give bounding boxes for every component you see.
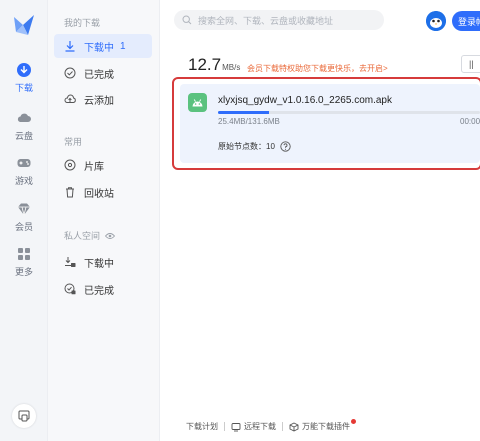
avatar[interactable]	[426, 11, 446, 31]
notification-dot	[351, 419, 356, 424]
rail-item-more[interactable]: 更多	[0, 246, 48, 278]
pause-all-button[interactable]: ||	[461, 55, 480, 73]
sidebar-item-completed[interactable]: 已完成	[54, 61, 152, 85]
sidebar-item-cloud-add[interactable]: 云添加	[54, 87, 152, 111]
remote-download-link[interactable]: 远程下载	[244, 421, 276, 432]
search-icon	[182, 15, 192, 25]
download-speed: 12.7MB/s	[188, 55, 240, 75]
sidebar-item-label: 片库	[84, 161, 104, 173]
search-input[interactable]: 搜索全网、下载、云盘或收藏地址	[174, 10, 384, 30]
section-title-private: 私人空间	[64, 229, 116, 242]
window-icon	[18, 410, 30, 422]
search-placeholder: 搜索全网、下载、云盘或收藏地址	[198, 15, 334, 26]
speed-unit: MB/s	[222, 63, 241, 72]
film-icon	[64, 159, 76, 171]
sidebar-item-downloading[interactable]: 下载中 1	[54, 34, 152, 58]
rail-item-label: 云盘	[14, 131, 33, 141]
check-circle-icon	[64, 67, 76, 79]
section-title-common: 常用	[64, 137, 83, 147]
divider	[224, 422, 225, 431]
divider	[282, 422, 283, 431]
count-badge: 1	[120, 40, 126, 52]
speed-value: 12.7	[188, 55, 222, 74]
download-icon	[64, 40, 76, 52]
sidebar-item-private-completed[interactable]: 已完成	[54, 277, 152, 301]
vip-promo-link[interactable]: 会员下载特权助您下载更快乐，去开启>	[247, 63, 388, 74]
footer-bar: 下载计划 远程下载 万能下载插件	[186, 419, 356, 432]
remote-download-icon	[231, 422, 241, 431]
sidebar-item-label: 已完成	[84, 69, 114, 81]
universal-plugin-link[interactable]: 万能下载插件	[302, 421, 350, 432]
bird-mascot-icon	[426, 11, 446, 31]
diamond-icon	[18, 203, 30, 216]
rail-item-game[interactable]: 游戏	[0, 155, 48, 187]
rail-item-label: 会员	[14, 222, 33, 232]
rail-item-label: 下载	[14, 83, 33, 93]
task-highlight-box	[172, 77, 480, 170]
lock-download-icon	[64, 256, 76, 268]
lock-check-icon	[64, 283, 76, 295]
section-title-downloads: 我的下载	[64, 18, 101, 28]
gamepad-icon	[17, 159, 31, 167]
cloud-icon	[17, 113, 31, 122]
sidebar: 我的下载 下载中 1 已完成 云添加 常用 片库 回收站 私人空间 下载中 已完…	[48, 0, 160, 441]
thunder-logo-icon	[14, 15, 34, 35]
rail-item-label: 更多	[14, 267, 33, 277]
rail-item-cloud[interactable]: 云盘	[0, 110, 48, 142]
rail-item-vip[interactable]: 会员	[0, 201, 48, 233]
sidebar-item-label: 下载中	[84, 42, 114, 54]
sidebar-item-label: 云添加	[84, 95, 114, 107]
grid-icon	[18, 248, 30, 260]
download-icon	[17, 63, 31, 77]
sidebar-item-label: 已完成	[84, 285, 114, 297]
left-rail: 下载 云盘 游戏 会员 更多	[0, 0, 48, 441]
sidebar-item-library[interactable]: 片库	[54, 153, 152, 177]
sidebar-item-trash[interactable]: 回收站	[54, 180, 152, 204]
mini-mode-button[interactable]	[12, 404, 36, 428]
section-title-private-label: 私人空间	[64, 231, 101, 241]
rail-item-download[interactable]: 下载	[0, 62, 48, 94]
login-button[interactable]: 登录帐号	[452, 11, 480, 31]
sidebar-item-private-downloading[interactable]: 下载中	[54, 250, 152, 274]
cloud-upload-icon	[64, 93, 76, 105]
download-plan-link[interactable]: 下载计划	[186, 421, 218, 432]
sidebar-item-label: 回收站	[84, 188, 114, 200]
plugin-icon	[289, 421, 299, 432]
trash-icon	[64, 186, 76, 198]
rail-item-label: 游戏	[14, 176, 33, 186]
eye-icon[interactable]	[105, 232, 116, 240]
sidebar-item-label: 下载中	[84, 258, 114, 270]
